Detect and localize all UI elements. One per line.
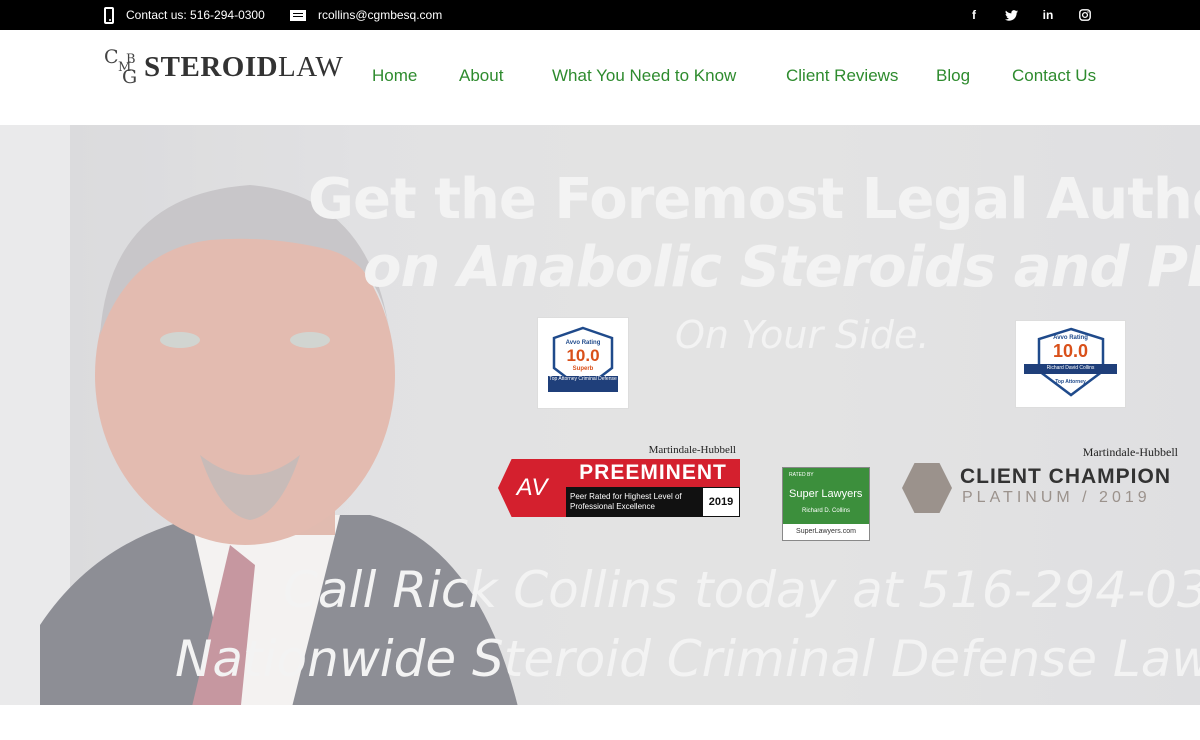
avvo-rating-badge-2: Avvo Rating 10.0 Richard David Collins T… xyxy=(1015,320,1126,408)
hero-tagline: On Your Side. xyxy=(675,313,930,357)
nav-home[interactable]: Home xyxy=(372,66,417,86)
hero-subheadline: Nationwide Steroid Criminal Defense Lawy… xyxy=(175,630,1200,688)
instagram-icon[interactable] xyxy=(1075,0,1095,30)
linkedin-icon[interactable]: in xyxy=(1038,0,1058,30)
nav-blog[interactable]: Blog xyxy=(936,66,970,86)
nav-client-reviews[interactable]: Client Reviews xyxy=(786,66,898,86)
site-header: C M B G STEROIDLAW Home About What You N… xyxy=(0,30,1200,125)
av-preeminent-badge: Martindale-Hubbell AV PREEMINENT Peer Ra… xyxy=(498,441,742,521)
email-text[interactable]: rcollins@cgmbesq.com xyxy=(318,8,442,22)
phone-icon xyxy=(104,6,114,24)
phone-contact[interactable]: Contact us: 516-294-0300 xyxy=(104,0,265,30)
top-bar: Contact us: 516-294-0300 rcollins@cgmbes… xyxy=(0,0,1200,30)
email-icon xyxy=(290,9,306,21)
logo-text: STEROIDLAW xyxy=(144,50,344,83)
hero-banner: Get the Foremost Legal Authority on Anab… xyxy=(0,125,1200,705)
avvo-rating-badge: Avvo Rating 10.0 Superb Top Attorney Cri… xyxy=(537,317,629,409)
site-logo[interactable]: C M B G STEROIDLAW xyxy=(104,47,349,87)
nav-contact-us[interactable]: Contact Us xyxy=(1012,66,1096,86)
nav-what-you-need-to-know[interactable]: What You Need to Know xyxy=(552,66,736,86)
hero-call-to-action: Call Rick Collins today at 516-294-0300 xyxy=(283,561,1200,619)
client-champion-badge: Martindale-Hubbell CLIENT CHAMPION PLATI… xyxy=(900,443,1182,515)
hero-headline-2: on Anabolic Steroids and PEDs xyxy=(363,235,1200,300)
email-contact[interactable]: rcollins@cgmbesq.com xyxy=(290,0,442,30)
super-lawyers-badge: RATED BY Super Lawyers Richard D. Collin… xyxy=(782,467,870,541)
client-champion-logo xyxy=(902,463,952,513)
facebook-icon[interactable]: f xyxy=(964,0,984,30)
logo-mark: C M B G xyxy=(104,46,138,88)
nav-about[interactable]: About xyxy=(459,66,503,86)
page-content-start xyxy=(0,705,1200,740)
twitter-icon[interactable] xyxy=(1001,0,1021,30)
hero-headline: Get the Foremost Legal Authority xyxy=(308,167,1200,232)
phone-text[interactable]: Contact us: 516-294-0300 xyxy=(126,8,265,22)
